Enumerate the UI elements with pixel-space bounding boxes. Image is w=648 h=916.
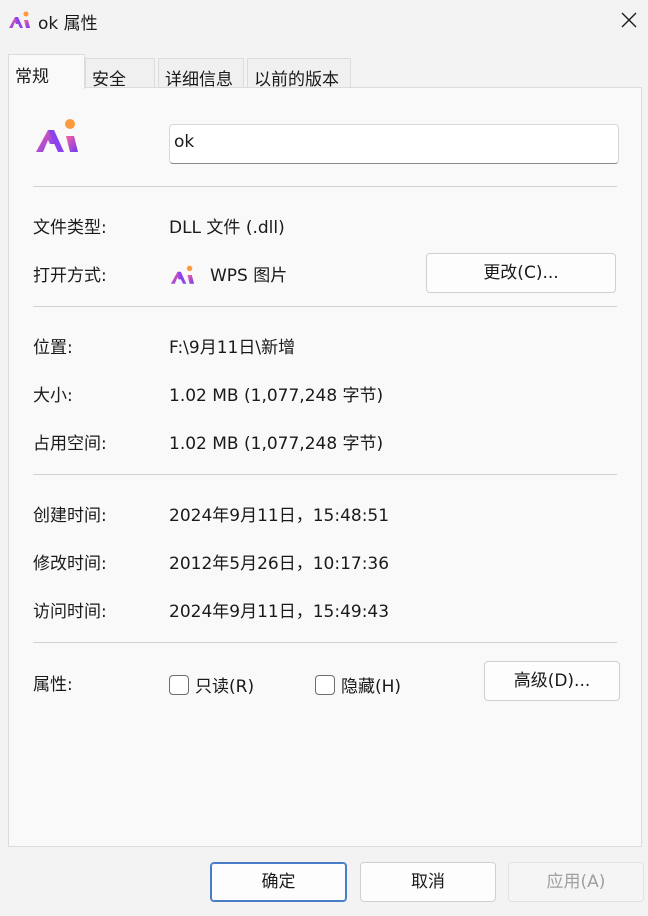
modified-value: 2012年5月26日，10:17:36	[169, 554, 390, 574]
location-label: 位置:	[33, 338, 73, 358]
cancel-button[interactable]: 取消	[360, 862, 496, 902]
close-icon	[621, 12, 637, 28]
modified-label: 修改时间:	[33, 554, 107, 574]
change-button[interactable]: 更改(C)...	[426, 253, 616, 293]
open-with-label: 打开方式:	[33, 266, 107, 286]
divider	[33, 642, 617, 643]
divider	[33, 186, 617, 187]
hidden-checkbox-box[interactable]	[315, 674, 335, 695]
readonly-checkbox[interactable]: 只读(R)	[169, 672, 254, 697]
tab-general[interactable]: 常规	[8, 54, 85, 89]
close-button[interactable]	[612, 4, 646, 36]
accessed-label: 访问时间:	[33, 602, 107, 622]
file-type-label: 文件类型:	[33, 218, 107, 238]
hidden-label: 隐藏(H)	[341, 677, 402, 697]
readonly-checkbox-box[interactable]	[169, 674, 189, 695]
readonly-label: 只读(R)	[195, 677, 255, 697]
general-panel: 文件类型: DLL 文件 (.dll) 打开方式: WPS 图片 更改(C)..…	[8, 87, 642, 847]
wps-logo-icon	[9, 11, 30, 28]
window-title: ok 属性	[38, 14, 98, 34]
title-bar[interactable]: ok 属性	[0, 0, 648, 40]
wps-logo-icon	[36, 119, 78, 152]
wps-logo-icon	[170, 265, 194, 284]
open-with-value: WPS 图片	[210, 266, 288, 286]
tab-strip: 常规 安全 详细信息 以前的版本	[8, 54, 648, 90]
disk-size-value: 1.02 MB (1,077,248 字节)	[169, 434, 384, 454]
file-type-value: DLL 文件 (.dll)	[169, 218, 285, 238]
tab-security[interactable]: 安全	[85, 58, 155, 90]
size-value: 1.02 MB (1,077,248 字节)	[169, 386, 384, 406]
hidden-checkbox[interactable]: 隐藏(H)	[315, 672, 401, 697]
size-label: 大小:	[33, 386, 73, 406]
divider	[33, 306, 617, 307]
divider	[33, 474, 617, 475]
created-label: 创建时间:	[33, 506, 107, 526]
apply-button[interactable]: 应用(A)	[508, 862, 644, 902]
location-value: F:\9月11日\新增	[169, 338, 296, 358]
tab-previous-versions[interactable]: 以前的版本	[247, 58, 351, 90]
tab-details[interactable]: 详细信息	[158, 58, 244, 90]
attributes-label: 属性:	[33, 675, 73, 695]
accessed-value: 2024年9月11日，15:49:43	[169, 602, 390, 622]
disk-size-label: 占用空间:	[33, 434, 107, 454]
created-value: 2024年9月11日，15:48:51	[169, 506, 390, 526]
advanced-button[interactable]: 高级(D)...	[484, 661, 620, 701]
ok-button[interactable]: 确定	[210, 862, 347, 902]
file-name-input[interactable]	[169, 124, 619, 164]
